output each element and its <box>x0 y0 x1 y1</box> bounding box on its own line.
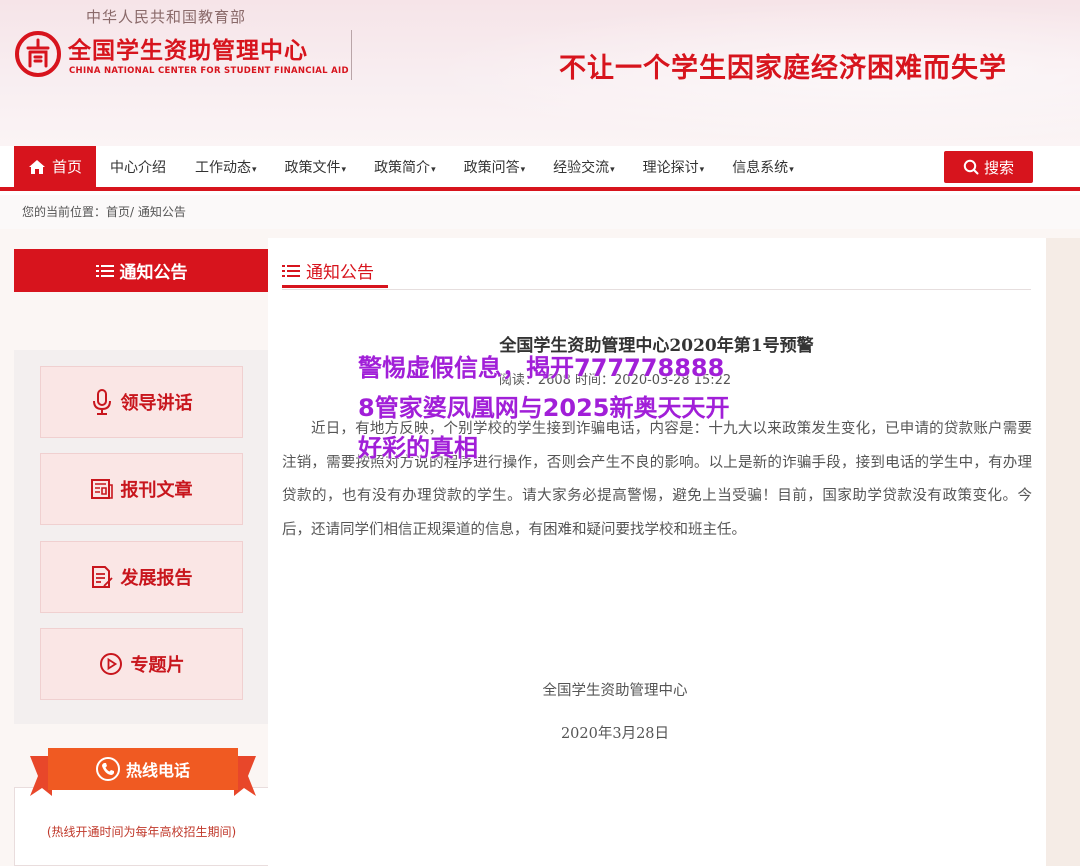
section-title: 通知公告 <box>282 258 374 283</box>
hotline-title: 热线电话 <box>125 761 190 780</box>
chevron-down-icon: ▾ <box>789 164 794 175</box>
nav-home[interactable]: 首页 <box>14 146 96 187</box>
sidebar-item-dev-report[interactable]: 发展报告 <box>40 541 243 613</box>
search-icon <box>963 159 979 175</box>
section-title-underline <box>282 285 388 288</box>
sidebar-item-label: 发展报告 <box>120 568 193 589</box>
sidebar-item-label: 领导讲话 <box>120 393 193 414</box>
logo-divider <box>351 30 352 80</box>
chevron-down-icon: ▾ <box>610 164 615 175</box>
article-date: 2020年3月28日 <box>560 726 670 742</box>
phone-icon <box>95 757 120 781</box>
sidebar-menu: 领导讲话 报刊文章 发展报告 专题片 <box>14 350 268 724</box>
microphone-icon <box>92 389 111 415</box>
sidebar-item-leader-speech[interactable]: 领导讲话 <box>40 366 243 438</box>
nav-item-experience[interactable]: 经验交流▾ <box>539 157 629 177</box>
section-title-label: 通知公告 <box>306 263 374 283</box>
logo-icon[interactable] <box>14 30 62 78</box>
sidebar-title: 通知公告 <box>14 249 269 292</box>
right-strip <box>1046 238 1080 866</box>
section-divider <box>282 289 1031 290</box>
newspaper-icon <box>90 479 113 499</box>
chevron-down-icon: ▾ <box>520 164 526 175</box>
nav-item-info-system[interactable]: 信息系统▾ <box>718 157 808 177</box>
header-slogan: 不让一个学生因家庭经济困难而失学 <box>559 53 1007 84</box>
play-icon <box>99 653 122 675</box>
search-button[interactable]: 搜索 <box>944 151 1033 183</box>
hotline-note: (热线开通时间为每年高校招生期间) <box>46 825 237 839</box>
sidebar-item-label: 专题片 <box>130 655 185 676</box>
logo-title[interactable]: 全国学生资助管理中心 <box>68 31 308 65</box>
search-button-label: 搜索 <box>983 158 1014 177</box>
hotline-label[interactable]: 热线电话 <box>50 748 236 790</box>
list-icon <box>95 264 114 277</box>
nav-items: 中心介绍 工作动态▾ 政策文件▾ 政策简介▾ 政策问答▾ 经验交流▾ 理论探讨▾… <box>96 146 808 187</box>
home-icon <box>28 159 45 174</box>
nav-item-center-intro[interactable]: 中心介绍 <box>96 157 181 177</box>
chevron-down-icon: ▾ <box>252 164 257 175</box>
report-icon <box>91 566 113 588</box>
breadcrumb-bar: 您的当前位置：首页/ 通知公告 <box>0 195 1080 229</box>
chevron-down-icon: ▾ <box>341 164 347 175</box>
chevron-down-icon: ▾ <box>431 164 436 175</box>
chevron-down-icon: ▾ <box>699 164 705 175</box>
nav-home-label: 首页 <box>51 158 82 176</box>
main-nav: 首页 中心介绍 工作动态▾ 政策文件▾ 政策简介▾ 政策问答▾ 经验交流▾ 理论… <box>0 146 1080 191</box>
sidebar-item-press-articles[interactable]: 报刊文章 <box>40 453 243 525</box>
nav-item-work-news[interactable]: 工作动态▾ <box>181 157 271 177</box>
logo-subtitle: CHINA NATIONAL CENTER FOR STUDENT FINANC… <box>69 66 349 76</box>
article-signature: 全国学生资助管理中心 <box>542 683 688 699</box>
ministry-name: 中华人民共和国教育部 <box>86 8 247 26</box>
site-header: 中华人民共和国教育部 全国学生资助管理中心 CHINA NATIONAL CEN… <box>0 0 1080 146</box>
sidebar-title-label: 通知公告 <box>119 263 188 283</box>
nav-item-policy-brief[interactable]: 政策简介▾ <box>360 157 450 177</box>
nav-item-policy-docs[interactable]: 政策文件▾ <box>271 157 361 177</box>
sidebar-item-feature-film[interactable]: 专题片 <box>40 628 243 700</box>
nav-item-theory[interactable]: 理论探讨▾ <box>629 157 719 177</box>
list-icon <box>282 264 300 277</box>
breadcrumb[interactable]: 您的当前位置：首页/ 通知公告 <box>22 203 186 220</box>
overlay-headline: 警惕虚假信息，揭开7777788888管家婆凤凰网与2025新奥天天开好彩的真相 <box>358 354 730 462</box>
sidebar-item-label: 报刊文章 <box>120 480 193 501</box>
nav-item-policy-qa[interactable]: 政策问答▾ <box>450 157 540 177</box>
